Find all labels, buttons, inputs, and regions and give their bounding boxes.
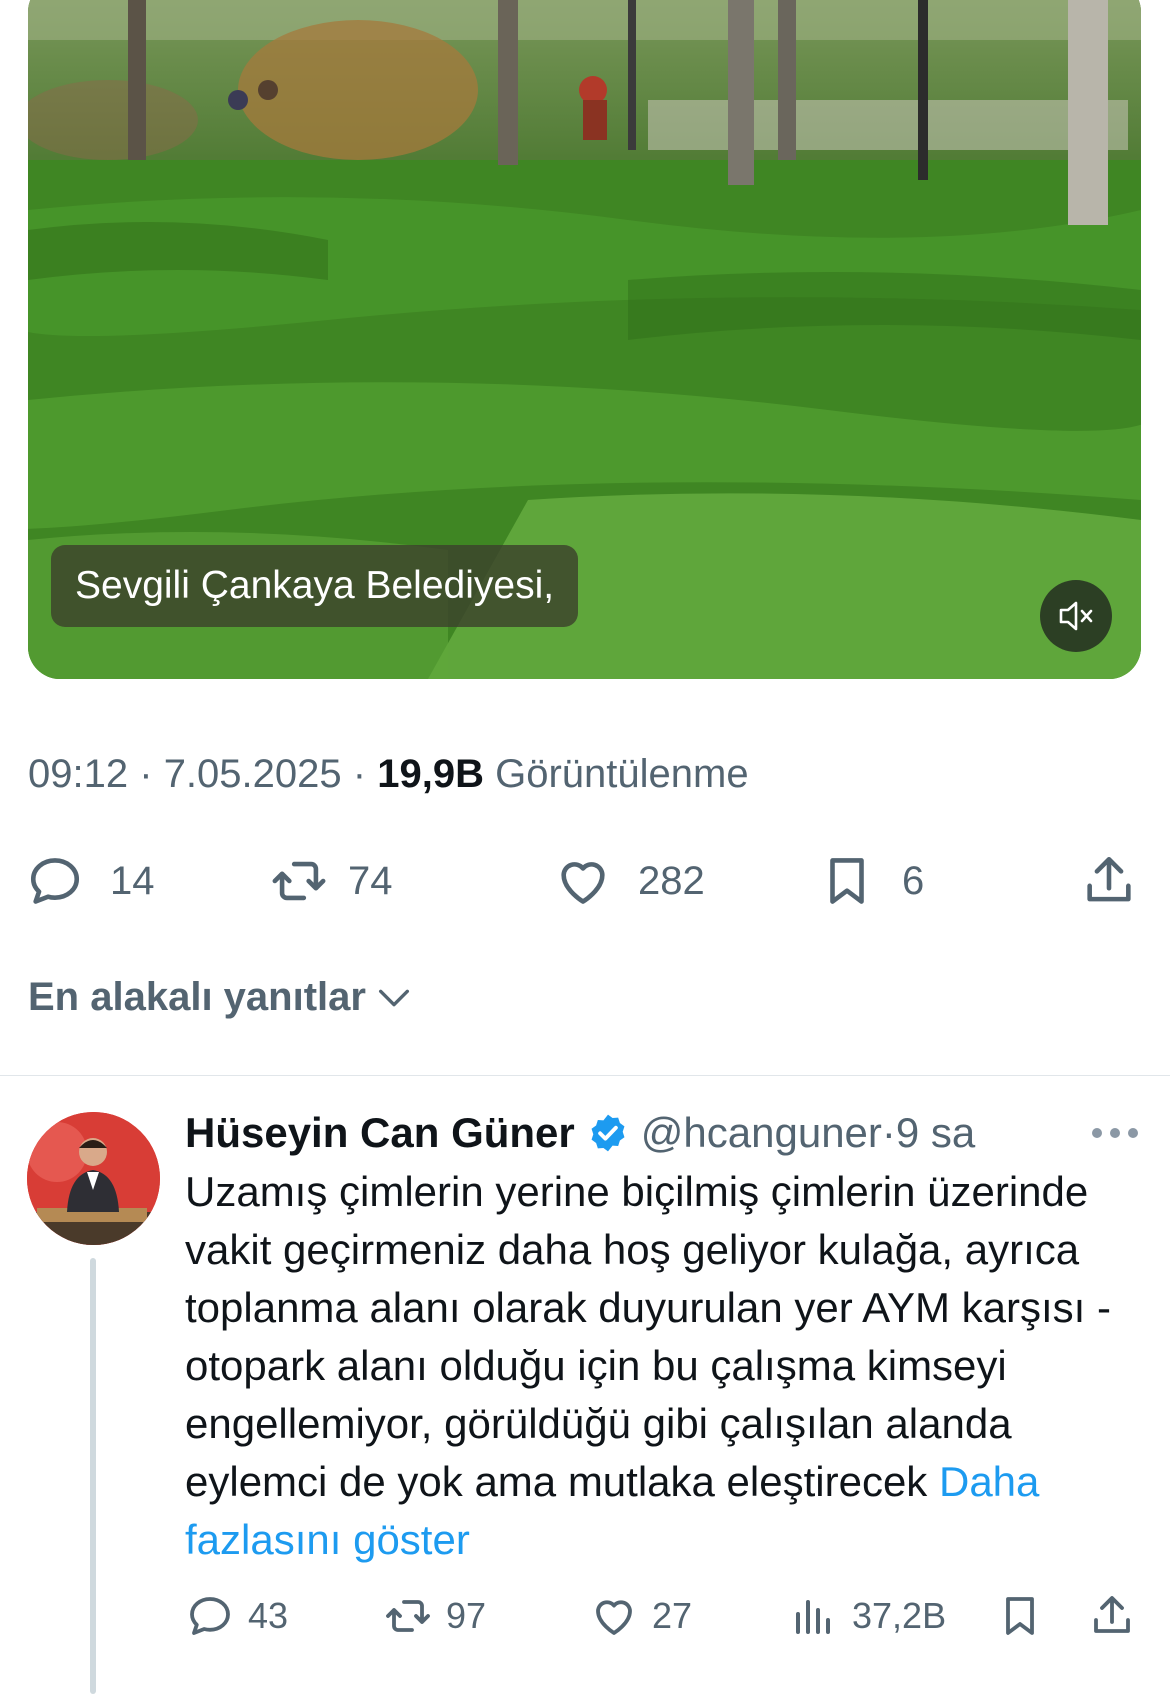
share-button[interactable] — [1080, 846, 1138, 916]
share-upload-icon — [1087, 856, 1131, 902]
tweet-time: 09:12 — [28, 752, 129, 796]
reply-bubble-icon — [30, 858, 80, 904]
header-separator: · — [881, 1109, 896, 1156]
tweet-meta: 09:12 · 7.05.2025 · 19,9B Görüntülenme — [28, 752, 749, 797]
tweet-action-bar: 14 74 282 6 — [0, 846, 1170, 916]
reply-author-handle[interactable]: @hcanguner — [641, 1109, 882, 1157]
bookmark-icon — [1006, 1597, 1034, 1635]
reply-text: Uzamış çimlerin yerine biçilmiş çimlerin… — [185, 1168, 1111, 1505]
more-options-button[interactable] — [1092, 1120, 1138, 1146]
views-count: 19,9B — [377, 752, 484, 796]
speaker-muted-icon — [1059, 601, 1093, 631]
tweet-date: 7.05.2025 — [163, 752, 342, 796]
bookmark-icon — [830, 858, 864, 904]
reply-count: 14 — [110, 858, 155, 903]
views-label[interactable]: Görüntülenme — [495, 752, 748, 796]
avatar[interactable] — [27, 1112, 160, 1245]
meta-separator: · — [352, 752, 367, 796]
reply-body: Uzamış çimlerin yerine biçilmiş çimlerin… — [185, 1163, 1145, 1569]
dot-icon — [1092, 1128, 1102, 1138]
retweet-count: 74 — [348, 858, 393, 903]
chevron-down-icon — [378, 989, 409, 1006]
reply-retweet-button[interactable]: 97 — [384, 1588, 486, 1644]
dot-icon — [1110, 1128, 1120, 1138]
reply-bubble-icon — [190, 1597, 230, 1635]
reply-action-bar: 43 97 27 37,2B — [0, 1588, 1170, 1644]
reply-like-button[interactable]: 27 — [590, 1588, 692, 1644]
reply-views-button[interactable]: 37,2B — [790, 1588, 946, 1644]
analytics-bars-icon — [796, 1600, 830, 1634]
bookmark-button[interactable]: 6 — [818, 846, 924, 916]
retweet-icon — [272, 861, 326, 901]
reply-header: Hüseyin Can Güner @hcanguner · 9 sa — [185, 1105, 975, 1161]
reply-bookmark-button[interactable] — [996, 1588, 1044, 1644]
reply-reply-count: 43 — [248, 1595, 289, 1636]
replies-sort-dropdown[interactable]: En alakalı yanıtlar — [28, 975, 414, 1020]
avatar-image — [27, 1112, 160, 1245]
reply-reply-button[interactable]: 43 — [186, 1588, 288, 1644]
heart-icon — [561, 862, 605, 904]
reply-views-count: 37,2B — [852, 1595, 947, 1636]
reply-button[interactable]: 14 — [26, 846, 155, 916]
dot-icon — [1128, 1128, 1138, 1138]
reply-author-name[interactable]: Hüseyin Can Güner — [185, 1109, 575, 1157]
verified-badge-icon — [591, 1114, 625, 1152]
video-caption: Sevgili Çankaya Belediyesi, — [51, 545, 579, 627]
mute-toggle-button[interactable] — [1040, 580, 1112, 652]
heart-icon — [596, 1600, 632, 1635]
like-button[interactable]: 282 — [554, 846, 705, 916]
replies-sort-label: En alakalı yanıtlar — [28, 975, 366, 1019]
retweet-button[interactable]: 74 — [270, 846, 393, 916]
like-count: 282 — [638, 858, 705, 903]
reply-share-button[interactable] — [1088, 1588, 1136, 1644]
share-upload-icon — [1094, 1596, 1130, 1633]
reply-time[interactable]: 9 sa — [896, 1109, 975, 1157]
tweet-video[interactable]: Sevgili Çankaya Belediyesi, — [28, 0, 1141, 679]
bookmark-count: 6 — [902, 858, 925, 903]
meta-separator: · — [139, 752, 153, 796]
reply-like-count: 27 — [652, 1595, 693, 1636]
section-divider — [0, 1075, 1170, 1076]
retweet-icon — [386, 1600, 430, 1632]
reply-retweet-count: 97 — [446, 1595, 487, 1636]
